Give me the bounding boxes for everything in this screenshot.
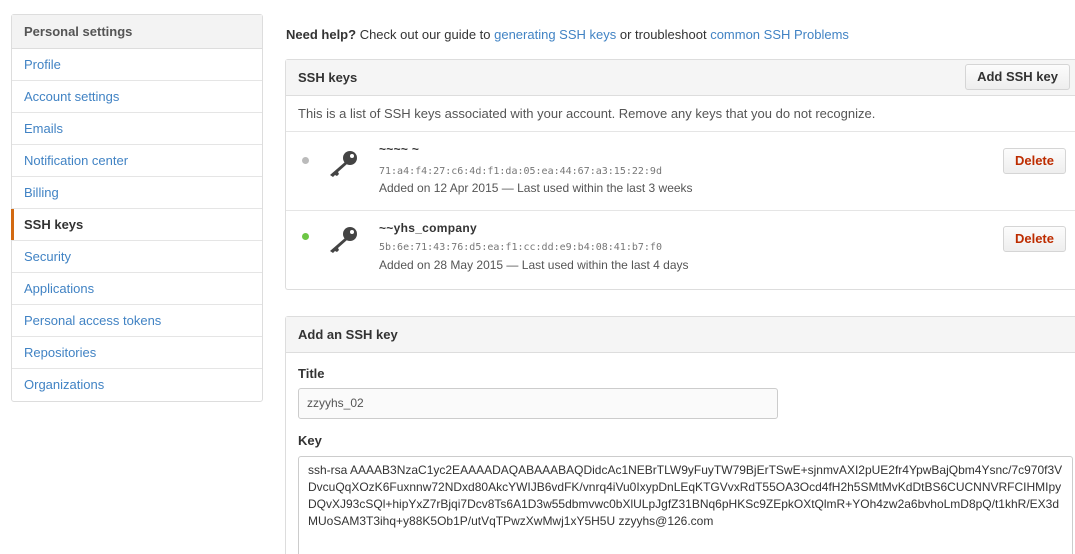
key-status-dot	[302, 157, 309, 164]
add-ssh-key-header: Add an SSH key	[286, 317, 1075, 353]
key-title: ~~yhs_company	[379, 221, 477, 235]
sidebar-item-notification-center[interactable]: Notification center	[12, 145, 262, 177]
ssh-keys-title: SSH keys	[298, 70, 358, 85]
sidebar-item-personal-access-tokens[interactable]: Personal access tokens	[12, 305, 262, 337]
key-icon	[330, 151, 357, 177]
delete-key-button[interactable]: Delete	[1002, 148, 1066, 174]
ssh-key-row: ~~~~ ~ 71:a4:f4:27:c6:4d:f1:da:05:ea:44:…	[286, 132, 1075, 211]
add-ssh-key-button[interactable]: Add SSH key	[965, 64, 1070, 90]
key-status-dot	[302, 233, 309, 240]
sidebar-item-ssh-keys[interactable]: SSH keys	[11, 209, 262, 241]
help-text-2: or troubleshoot	[616, 27, 711, 42]
key-title: ~~~~ ~	[379, 142, 420, 156]
sidebar-item-billing[interactable]: Billing	[12, 177, 262, 209]
settings-sidebar: Personal settings Profile Account settin…	[11, 14, 263, 402]
sidebar-item-security[interactable]: Security	[12, 241, 262, 273]
sidebar-item-repositories[interactable]: Repositories	[12, 337, 262, 369]
sidebar-header: Personal settings	[12, 15, 262, 49]
ssh-keys-intro: This is a list of SSH keys associated wi…	[286, 96, 1075, 132]
ssh-key-row: ~~yhs_company 5b:6e:71:43:76:d5:ea:f1:cc…	[286, 211, 1075, 290]
ssh-keys-header: SSH keys Add SSH key	[286, 60, 1075, 96]
generating-ssh-keys-link[interactable]: generating SSH keys	[494, 27, 616, 42]
help-text: Need help? Check out our guide to genera…	[286, 27, 849, 42]
key-fingerprint: 5b:6e:71:43:76:d5:ea:f1:cc:dd:e9:b4:08:4…	[379, 242, 662, 253]
key-textarea[interactable]: ssh-rsa AAAAB3NzaC1yc2EAAAADAQABAAABAQDi…	[298, 456, 1073, 554]
key-added-info: Added on 28 May 2015 — Last used within …	[379, 258, 689, 272]
sidebar-item-profile[interactable]: Profile	[12, 49, 262, 81]
help-text-1: Check out our guide to	[356, 27, 495, 42]
common-ssh-problems-link[interactable]: common SSH Problems	[710, 27, 849, 42]
sidebar-item-organizations[interactable]: Organizations	[12, 369, 262, 401]
key-added-info: Added on 12 Apr 2015 — Last used within …	[379, 181, 693, 195]
add-ssh-key-panel: Add an SSH key Title zzyyhs_02 Key ssh-r…	[285, 316, 1075, 554]
key-icon	[330, 227, 357, 253]
title-input[interactable]: zzyyhs_02	[298, 388, 778, 419]
key-fingerprint: 71:a4:f4:27:c6:4d:f1:da:05:ea:44:67:a3:1…	[379, 166, 662, 177]
sidebar-item-applications[interactable]: Applications	[12, 273, 262, 305]
key-label: Key	[298, 433, 322, 448]
sidebar-item-emails[interactable]: Emails	[12, 113, 262, 145]
sidebar-item-account-settings[interactable]: Account settings	[12, 81, 262, 113]
title-label: Title	[298, 366, 325, 381]
delete-key-button[interactable]: Delete	[1002, 226, 1066, 252]
help-prefix: Need help?	[286, 27, 357, 42]
ssh-keys-panel: SSH keys Add SSH key This is a list of S…	[285, 59, 1075, 290]
